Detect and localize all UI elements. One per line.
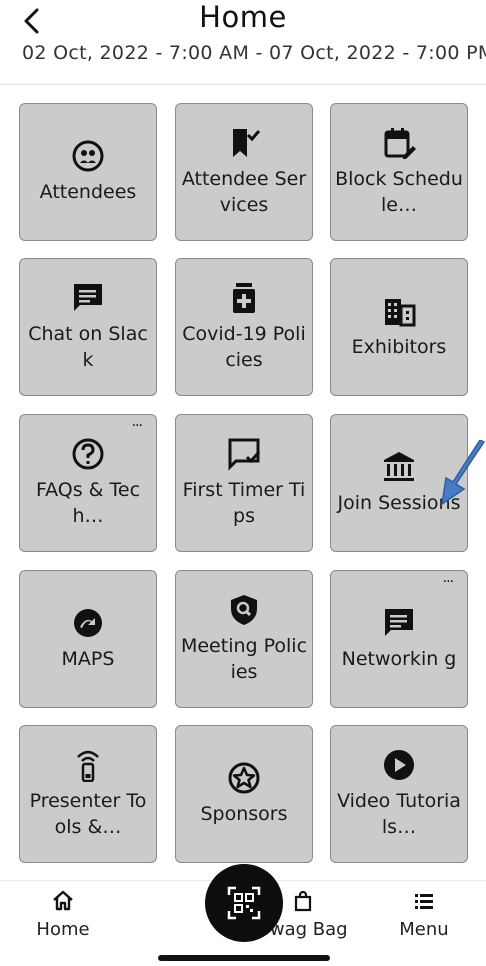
tile-label: FAQs & Tech… — [35, 479, 141, 527]
attendees-icon — [71, 139, 105, 173]
tile-label: Covid-19 Policies — [182, 323, 306, 371]
shopping-bag-icon — [294, 890, 312, 912]
help-icon — [71, 437, 105, 471]
tile-label: Video Tutorials… — [337, 790, 461, 838]
tile-label: Sponsors — [200, 803, 288, 825]
tile-sponsors[interactable]: Sponsors — [175, 725, 313, 863]
tile-exhibitors[interactable]: Exhibitors — [330, 258, 468, 396]
tile-video-tutorials[interactable]: Video Tutorials… — [330, 725, 468, 863]
tile-label: Block Schedule… — [335, 168, 463, 216]
more-options-icon[interactable]: ··· — [132, 419, 143, 433]
tile-label: Presenter Tools &… — [29, 790, 147, 838]
home-icon — [53, 890, 73, 911]
medicine-icon — [227, 281, 261, 315]
header: Home — [0, 0, 486, 44]
tile-chat-on-slack[interactable]: Chat on Slack — [19, 258, 157, 396]
divider — [0, 84, 486, 85]
tile-label: MAPS — [61, 648, 115, 670]
bookmark-check-icon — [227, 126, 261, 160]
tile-block-schedule[interactable]: Block Schedule… — [330, 103, 468, 241]
tile-maps[interactable]: MAPS — [19, 570, 157, 708]
tab-menu[interactable]: Menu — [394, 889, 454, 940]
comment-check-icon — [227, 437, 261, 471]
calendar-edit-icon — [382, 126, 416, 160]
tab-menu-label: Menu — [399, 919, 449, 940]
event-dates: 02 Oct, 2022 - 7:00 AM - 07 Oct, 2022 - … — [22, 44, 486, 64]
star-badge-icon — [227, 761, 261, 795]
more-options-icon[interactable]: ··· — [443, 575, 454, 589]
institution-icon — [382, 450, 416, 484]
tile-networkin-g[interactable]: Networkin g ··· — [330, 570, 468, 708]
tile-first-timer-tips[interactable]: First Timer Tips — [175, 414, 313, 552]
tile-meeting-policies[interactable]: Meeting Policies — [175, 570, 313, 708]
home-indicator — [158, 955, 330, 961]
tile-presenter-tools[interactable]: Presenter Tools &… — [19, 725, 157, 863]
tile-attendee-services[interactable]: Attendee Services — [175, 103, 313, 241]
page-title: Home — [199, 0, 287, 34]
play-icon — [382, 748, 416, 782]
tile-faqs-tech[interactable]: FAQs & Tech… ··· — [19, 414, 157, 552]
tile-label: First Timer Tips — [182, 479, 306, 527]
tile-label: Exhibitors — [351, 336, 447, 358]
tile-label: Attendees — [39, 181, 137, 203]
tab-home-label: Home — [36, 919, 90, 940]
pointer-arrow-annotation — [440, 440, 486, 506]
tile-covid-19-policies[interactable]: Covid-19 Policies — [175, 258, 313, 396]
map-icon — [71, 606, 105, 640]
event-dates-strip: 02 Oct, 2022 - 7:00 AM - 07 Oct, 2022 - … — [0, 44, 486, 66]
shield-search-icon — [227, 593, 261, 627]
tile-label: Meeting Policies — [180, 635, 308, 683]
tile-label: Attendee Services — [181, 168, 307, 216]
tab-home[interactable]: Home — [34, 889, 92, 940]
tile-attendees[interactable]: Attendees — [19, 103, 157, 241]
chat-icon — [71, 281, 105, 315]
list-icon — [415, 894, 433, 909]
chat-icon — [382, 606, 416, 640]
qr-scan-icon — [227, 886, 261, 920]
building-icon — [382, 294, 416, 328]
remote-icon — [71, 748, 105, 782]
tile-label: Chat on Slack — [28, 323, 148, 371]
tile-label: Networkin g — [341, 648, 457, 670]
qr-scan-button[interactable] — [205, 864, 283, 942]
